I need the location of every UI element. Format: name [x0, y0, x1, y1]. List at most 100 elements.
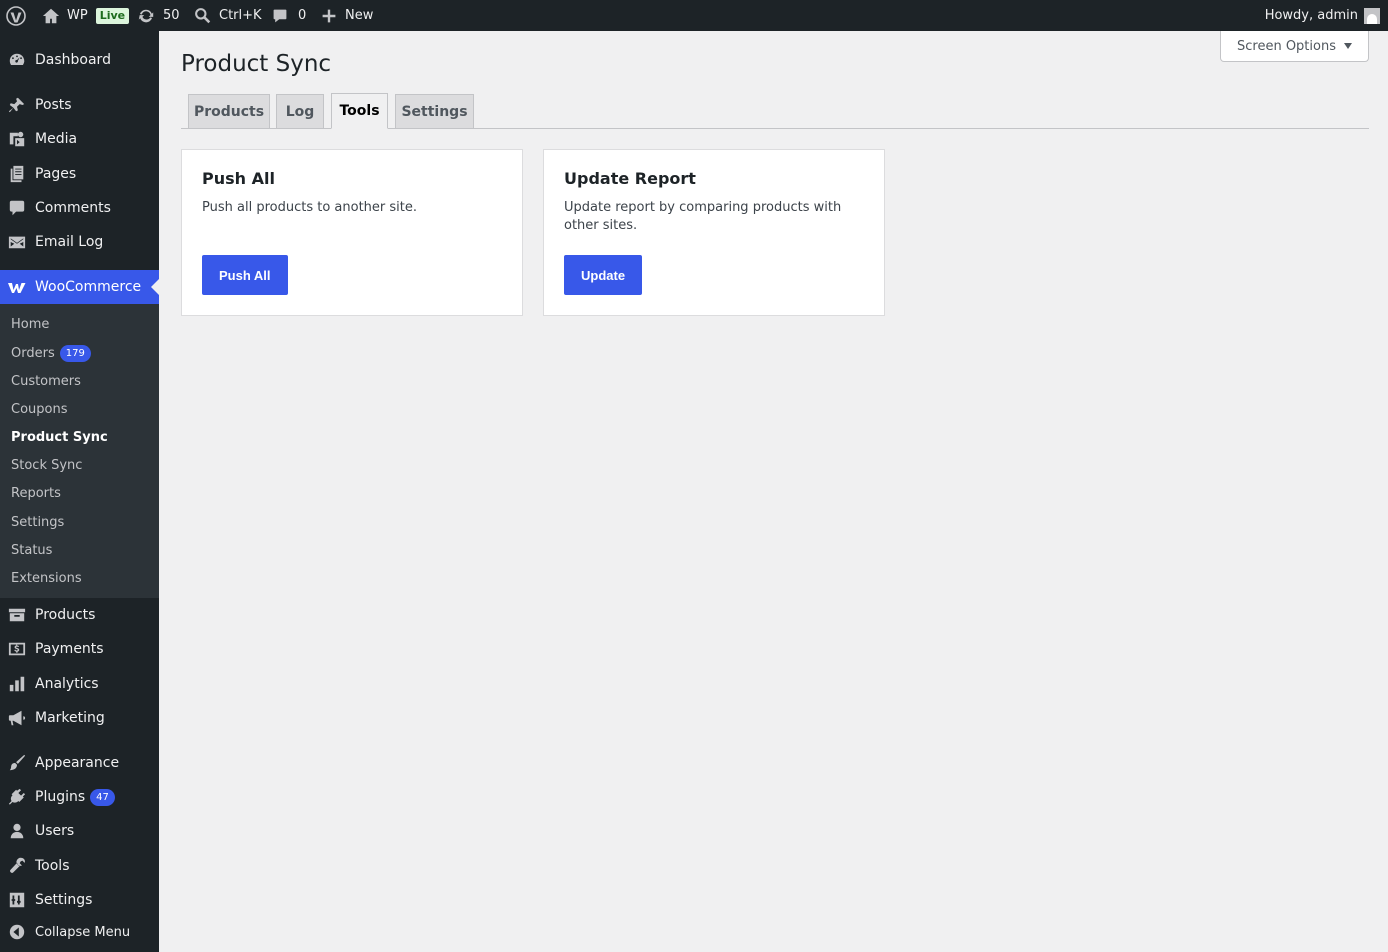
menu-posts-label: Posts — [35, 97, 72, 113]
submenu-extensions[interactable]: Extensions — [11, 568, 82, 588]
menu-tools[interactable]: Tools — [0, 849, 159, 883]
submenu-orders[interactable]: Orders 179 — [11, 343, 91, 363]
tab-log[interactable]: Log — [276, 94, 324, 129]
new-label: New — [345, 8, 374, 23]
avatar — [1364, 7, 1380, 24]
menu-payments-label: Payments — [35, 641, 104, 657]
menu-dashboard[interactable]: Dashboard — [0, 43, 159, 77]
bar-chart-icon — [7, 674, 27, 694]
search-shortcut-label: Ctrl+K — [219, 8, 262, 23]
submenu-stock-sync[interactable]: Stock Sync — [11, 455, 82, 475]
menu-media[interactable]: Media — [0, 122, 159, 156]
howdy-text: Howdy, admin — [1264, 8, 1358, 23]
submenu-product-sync[interactable]: Product Sync — [11, 427, 108, 447]
menu-users-label: Users — [35, 823, 75, 839]
updates-icon — [137, 7, 155, 25]
collapse-menu-label: Collapse Menu — [35, 924, 131, 940]
main-content: Screen Options Product Sync Products Log… — [159, 31, 1388, 952]
caret-down-icon — [1344, 43, 1352, 49]
submenu-status[interactable]: Status — [11, 540, 52, 560]
tab-tools[interactable]: Tools — [331, 93, 388, 129]
menu-products[interactable]: Products — [0, 598, 159, 632]
tab-tools-label: Tools — [339, 103, 380, 119]
menu-payments[interactable]: Payments — [0, 632, 159, 666]
nav-tabs: Products Log Tools Settings — [181, 93, 1369, 129]
updates-count: 50 — [163, 8, 180, 23]
menu-settings[interactable]: Settings — [0, 883, 159, 917]
menu-comments-label: Comments — [35, 200, 111, 216]
submenu-home-label: Home — [11, 316, 50, 332]
menu-tools-label: Tools — [35, 858, 70, 874]
menu-users[interactable]: Users — [0, 814, 159, 848]
menu-products-label: Products — [35, 607, 96, 623]
live-badge: Live — [95, 7, 130, 24]
home-icon — [42, 7, 60, 25]
menu-media-label: Media — [35, 131, 78, 147]
comments-count: 0 — [298, 8, 307, 23]
pushpin-icon — [7, 95, 27, 115]
submenu-home[interactable]: Home — [11, 314, 49, 334]
new-content-link[interactable]: New — [321, 0, 373, 31]
tab-settings-label: Settings — [401, 103, 468, 120]
wrench-icon — [7, 856, 27, 876]
search-icon — [194, 7, 211, 24]
email-icon — [7, 232, 27, 252]
submenu-orders-label: Orders — [11, 345, 55, 361]
tab-products[interactable]: Products — [188, 94, 270, 129]
woocommerce-submenu: Home Orders 179 Customers Coupons Product… — [0, 304, 159, 598]
users-icon — [7, 821, 27, 841]
menu-woocommerce[interactable]: WooCommerce — [0, 270, 159, 304]
menu-analytics[interactable]: Analytics — [0, 667, 159, 701]
update-report-title: Update Report — [564, 169, 696, 188]
tab-products-label: Products — [193, 103, 265, 120]
menu-comments[interactable]: Comments — [0, 191, 159, 225]
screen-options-label: Screen Options — [1237, 38, 1336, 54]
menu-email-log-label: Email Log — [35, 234, 104, 250]
tab-settings[interactable]: Settings — [395, 94, 474, 129]
collapse-arrow-icon — [7, 922, 27, 942]
update-report-description: Update report by comparing products with… — [564, 200, 842, 233]
submenu-settings[interactable]: Settings — [11, 512, 64, 532]
collapse-menu-button[interactable]: Collapse Menu — [0, 915, 159, 949]
admin-bar: WP Live 50 Ctrl+K 0 New Howdy, admin — [0, 0, 1388, 31]
submenu-coupons-label: Coupons — [11, 401, 68, 417]
menu-posts[interactable]: Posts — [0, 88, 159, 122]
menu-appearance[interactable]: Appearance — [0, 746, 159, 780]
pages-icon — [7, 164, 27, 184]
push-all-description: Push all products to another site. — [202, 200, 417, 215]
submenu-reports[interactable]: Reports — [11, 483, 61, 503]
search-shortcut[interactable]: Ctrl+K — [194, 0, 262, 31]
comments-link[interactable]: 0 — [272, 0, 306, 31]
screen-options-button[interactable]: Screen Options — [1220, 31, 1369, 62]
wordpress-logo-icon[interactable] — [6, 0, 26, 31]
menu-pages[interactable]: Pages — [0, 157, 159, 191]
push-all-button[interactable]: Push All — [202, 255, 288, 295]
menu-marketing[interactable]: Marketing — [0, 701, 159, 735]
plugins-count-badge: 47 — [90, 788, 115, 806]
menu-plugins-label: Plugins — [35, 789, 86, 805]
orders-count-badge: 179 — [59, 344, 91, 362]
my-account[interactable]: Howdy, admin — [1265, 0, 1380, 31]
updates-link[interactable]: 50 — [137, 0, 180, 31]
menu-email-log[interactable]: Email Log — [0, 225, 159, 259]
page-title: Product Sync — [181, 51, 332, 77]
menu-plugins[interactable]: Plugins 47 — [0, 780, 159, 814]
megaphone-icon — [7, 708, 27, 728]
comments-icon — [7, 198, 27, 218]
menu-analytics-label: Analytics — [35, 676, 99, 692]
submenu-customers[interactable]: Customers — [11, 371, 81, 391]
menu-pages-label: Pages — [35, 166, 77, 182]
submenu-status-label: Status — [11, 542, 53, 558]
submenu-coupons[interactable]: Coupons — [11, 399, 68, 419]
submenu-customers-label: Customers — [11, 373, 81, 389]
submenu-stock-sync-label: Stock Sync — [11, 457, 83, 473]
update-button[interactable]: Update — [564, 255, 643, 295]
paintbrush-icon — [7, 753, 27, 773]
push-all-card: Push All Push all products to another si… — [181, 149, 523, 316]
submenu-reports-label: Reports — [11, 485, 61, 501]
comment-icon — [272, 8, 288, 24]
submenu-extensions-label: Extensions — [11, 570, 82, 586]
site-menu[interactable]: WP Live — [42, 0, 130, 31]
plugin-icon — [7, 787, 27, 807]
admin-sidebar: Dashboard Posts Media Pages Comments Ema… — [0, 31, 159, 952]
